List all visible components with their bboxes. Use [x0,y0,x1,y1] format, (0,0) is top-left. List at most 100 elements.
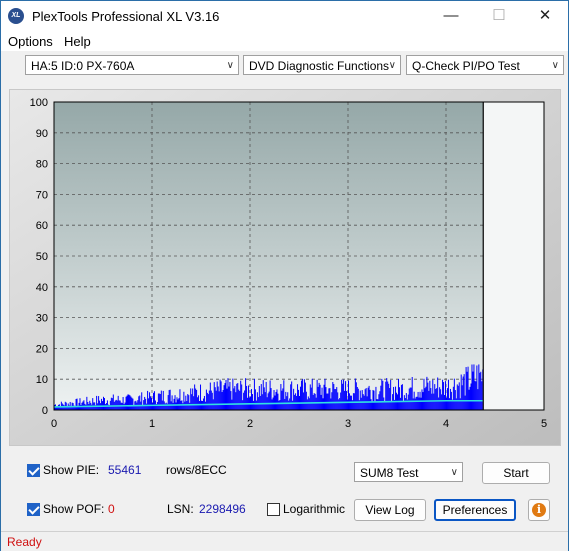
sum-test-select[interactable]: SUM8 Test ∨ [354,462,463,482]
menu-help[interactable]: Help [64,34,91,49]
pie-bar [337,392,339,410]
pie-bar [380,385,382,410]
close-button[interactable]: ✕ [522,1,568,31]
pie-bar [475,381,477,410]
y-tick-label: 100 [30,97,48,109]
maximize-button[interactable]: ☐ [476,1,522,31]
pie-bar [355,382,357,410]
pie-bar [254,389,256,410]
pie-bar [222,390,224,410]
pie-bar [324,378,326,410]
info-button[interactable]: i [528,499,550,521]
pie-bar [441,394,443,410]
pof-value: 0 [108,502,115,516]
pie-bar [203,395,205,410]
minimize-button[interactable]: — [428,1,474,31]
function-select-value: DVD Diagnostic Functions [249,59,390,73]
pie-bar [467,366,469,410]
pie-bar [338,399,340,410]
pie-bar [126,395,128,410]
pie-bar [184,401,186,410]
view-log-button[interactable]: View Log [354,499,426,521]
pie-bar [273,390,275,410]
pie-bar [151,397,153,410]
pie-bar [401,384,403,410]
pie-bar [229,381,231,410]
pie-bar [271,399,273,410]
pie-bar [207,394,209,410]
pie-bar [476,365,478,410]
pie-bar [462,376,464,410]
menu-options[interactable]: Options [8,34,53,49]
pie-bar [234,386,236,410]
pie-bar [425,386,427,410]
pie-bar [446,397,447,410]
pie-bar [250,389,252,410]
pie-bar [330,398,332,410]
pie-bar [171,395,173,410]
pie-bar [474,380,476,410]
pie-bar [424,388,426,410]
pie-bar [317,386,319,410]
pie-bar [325,387,327,410]
pie-bar [314,393,316,410]
pie-bar [98,396,100,410]
pie-bar [382,380,384,410]
pie-bar [300,380,302,410]
pie-bar [176,397,178,410]
pie-bar [149,392,151,410]
preferences-button[interactable]: Preferences [434,499,516,521]
pie-bar [442,379,444,410]
pie-bar [332,382,334,410]
drive-select[interactable]: HA:5 ID:0 PX-760A ∨ [25,55,239,75]
pie-bar [79,398,81,410]
pie-bar [437,377,439,410]
pie-bar [265,381,267,410]
pie-bar [152,392,154,410]
pie-bar [440,389,442,410]
pie-bar [416,396,418,410]
pie-bar [159,393,161,410]
pie-bar [457,385,459,410]
results-panel: Show PIE: 55461 rows/8ECC SUM8 Test ∨ St… [9,453,559,529]
pie-bar [187,394,189,410]
pie-bar [255,400,257,410]
pie-bar [364,389,366,410]
pie-bar [433,393,435,410]
pie-bar [221,392,223,410]
unused-area [483,102,544,410]
pie-unit: rows/8ECC [166,463,227,477]
pie-bar [236,383,238,410]
pie-bar [168,390,170,410]
pie-bar [191,394,193,410]
pie-bar [188,395,190,410]
logarithmic-checkbox[interactable] [267,503,280,516]
pie-bar [242,400,244,410]
pie-bar [192,388,194,410]
pie-bar [139,395,141,410]
pie-bar [189,402,191,410]
pie-bar [251,394,253,410]
show-pie-checkbox[interactable] [27,464,40,477]
test-select[interactable]: Q-Check PI/PO Test ∨ [406,55,564,75]
pie-bar [280,384,282,410]
y-tick-label: 40 [36,282,48,294]
status-bar: Ready [1,531,568,551]
pie-bar [158,393,160,410]
pie-bar [438,397,440,410]
pie-bar [167,395,169,410]
pie-bar [218,391,220,410]
pie-bar [430,388,432,410]
pie-bar [453,378,455,410]
function-select[interactable]: DVD Diagnostic Functions ∨ [243,55,401,75]
pie-bar [160,390,162,410]
pie-bar [365,388,367,410]
start-button[interactable]: Start [482,462,550,484]
pie-bar [431,393,433,410]
lsn-label: LSN: [167,502,194,516]
pie-bar [354,378,356,410]
pie-bar [446,388,448,410]
show-pof-checkbox[interactable] [27,503,40,516]
x-tick-label: 5 [541,418,547,430]
pie-bar [153,391,155,410]
